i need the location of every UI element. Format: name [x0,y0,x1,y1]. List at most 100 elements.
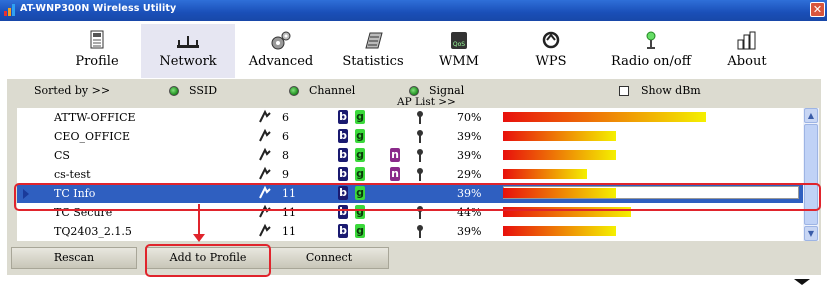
sort-channel-radio[interactable] [289,86,299,96]
sort-ssid-radio[interactable] [169,86,179,96]
about-icon [737,31,756,50]
wmm-icon: QoS [451,32,467,49]
network-signal-percent: 39% [457,225,482,238]
ap-list[interactable]: ATTW-OFFICE 6 b g 70% CEO_OFFICE 6 b g 39% CS 8 b g n 3… [17,108,803,241]
toolbar-radio-button[interactable]: Radio on/off [603,24,699,78]
toolbar-advanced-label: Advanced [248,54,314,69]
mode-n-badge: n [390,167,400,181]
mode-g-badge: g [355,129,365,143]
mode-g-badge: g [355,186,365,200]
mode-b-badge: b [338,224,348,238]
mode-b-badge: b [338,186,348,200]
show-dbm-checkbox[interactable] [619,86,629,96]
window-title: AT-WNP300N Wireless Utility [20,3,177,14]
network-row[interactable]: CS 8 b g n 39% [17,146,803,165]
network-ssid: TQ2403_2.1.5 [54,225,132,238]
network-row[interactable]: TC Secure 11 b g 44% [17,203,803,222]
toolbar-wps-label: WPS [535,54,567,69]
network-channel: 11 [282,225,296,238]
mode-g-badge: g [355,167,365,181]
toolbar-statistics-button[interactable]: Statistics [331,24,415,78]
network-ssid: CS [54,149,70,162]
wireless-utility-window: AT-WNP300N Wireless Utility ✕ Profile Ne… [0,0,827,287]
network-row[interactable]: ATTW-OFFICE 6 b g 70% [17,108,803,127]
network-ssid: TC Secure [54,206,113,219]
expand-down-icon[interactable] [794,279,810,285]
mode-b-badge: b [338,110,348,124]
signal-strength-bar [503,131,616,141]
toolbar-network-label: Network [159,54,217,69]
network-signal-percent: 39% [457,130,482,143]
network-signal-percent: 39% [457,149,482,162]
network-channel: 9 [282,168,289,181]
security-lock-icon [417,130,423,143]
mode-g-badge: g [355,224,365,238]
toolbar-profile-label: Profile [75,54,119,69]
security-lock-icon [417,206,423,219]
network-channel: 11 [282,187,296,200]
show-dbm-label[interactable]: Show dBm [641,84,701,97]
connect-button[interactable]: Connect [269,247,389,269]
scroll-thumb[interactable] [804,124,818,225]
network-signal-percent: 39% [457,187,482,200]
advanced-icon [271,31,291,50]
annotation-arrow-head-icon [193,234,205,242]
scroll-down-icon[interactable]: ▼ [804,226,818,241]
add-to-profile-button[interactable]: Add to Profile [145,247,271,269]
network-row[interactable]: TQ2403_2.1.5 11 b g 39% [17,222,803,241]
app-logo-icon [4,4,16,16]
network-ssid: cs-test [54,168,91,181]
toolbar-wps-button[interactable]: WPS [519,24,583,78]
toolbar-profile-button[interactable]: Profile [65,24,129,78]
network-row[interactable]: TC Info 11 b g 39% [17,184,803,203]
network-channel: 8 [282,149,289,162]
selected-row-arrow-icon [23,189,29,199]
signal-strength-bar [503,169,587,179]
ap-list-label: AP List >> [397,96,456,108]
signal-strength-bar [503,150,616,160]
sort-ssid-label[interactable]: SSID [189,84,217,97]
title-bar[interactable]: AT-WNP300N Wireless Utility ✕ [0,0,827,21]
sort-bar: Sorted by >> SSID Channel Signal Show dB… [7,79,821,108]
signal-strength-bar [503,207,631,217]
statistics-icon [365,32,383,49]
network-channel: 6 [282,111,289,124]
mode-b-badge: b [338,167,348,181]
mode-g-badge: g [355,205,365,219]
main-toolbar: Profile Network Advanced Statistics QoS … [7,24,821,78]
toolbar-about-button[interactable]: About [715,24,779,78]
network-icon [177,36,199,48]
sort-channel-label[interactable]: Channel [309,84,355,97]
network-channel: 6 [282,130,289,143]
signal-strength-bar [503,112,706,122]
security-lock-icon [417,225,423,238]
toolbar-wmm-label: WMM [439,54,479,69]
network-signal-percent: 44% [457,206,482,219]
security-lock-icon [417,111,423,124]
network-signal-percent: 70% [457,111,482,124]
toolbar-network-button[interactable]: Network [141,24,235,78]
network-row[interactable]: CEO_OFFICE 6 b g 39% [17,127,803,146]
mode-g-badge: g [355,148,365,162]
network-ssid: CEO_OFFICE [54,130,131,143]
signal-strength-bar [503,188,616,198]
toolbar-radio-label: Radio on/off [611,54,691,69]
rescan-button[interactable]: Rescan [11,247,137,269]
sort-signal-radio[interactable] [409,86,419,96]
channel-icon [259,147,271,161]
security-lock-icon [417,149,423,162]
channel-icon [259,223,271,237]
channel-icon [259,166,271,180]
network-row[interactable]: cs-test 9 b g n 29% [17,165,803,184]
scroll-up-icon[interactable]: ▲ [804,108,818,123]
toolbar-wmm-button[interactable]: QoS WMM [427,24,491,78]
mode-b-badge: b [338,148,348,162]
close-button[interactable]: ✕ [810,2,825,17]
mode-g-badge: g [355,110,365,124]
toolbar-statistics-label: Statistics [342,54,404,69]
channel-icon [259,185,271,199]
network-panel: Sorted by >> SSID Channel Signal Show dB… [7,79,821,275]
svg-text:QoS: QoS [453,41,465,48]
toolbar-advanced-button[interactable]: Advanced [241,24,321,78]
ap-list-scrollbar[interactable]: ▲ ▼ [803,108,819,241]
